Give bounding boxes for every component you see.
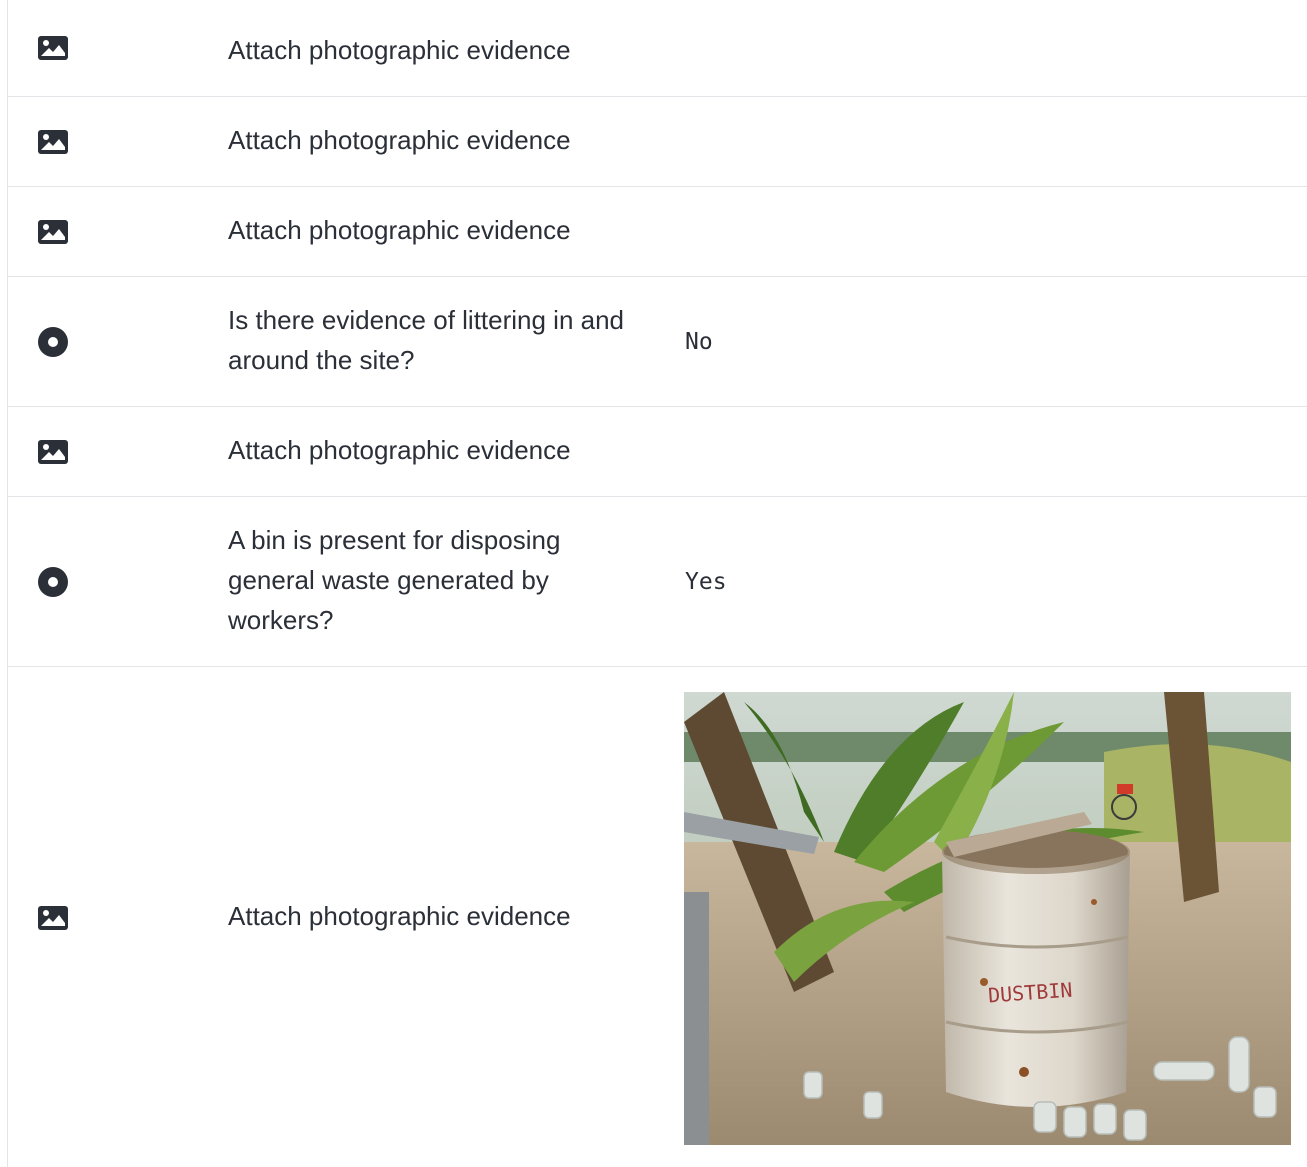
question-label: Attach photographic evidence xyxy=(228,435,571,465)
answer-value: Yes xyxy=(685,569,727,595)
radio-icon xyxy=(36,565,70,599)
image-icon xyxy=(36,215,70,249)
radio-icon xyxy=(36,325,70,359)
list-item: A bin is present for disposing general w… xyxy=(8,497,1307,667)
inspection-report-list: Attach photographic evidence Attach phot… xyxy=(7,0,1307,1167)
list-item: Attach photographic evidence xyxy=(8,667,1307,1167)
question-label: Attach photographic evidence xyxy=(228,125,571,155)
evidence-photo[interactable]: DUSTBIN xyxy=(684,692,1291,1145)
list-item: Attach photographic evidence xyxy=(8,407,1307,497)
image-icon xyxy=(36,901,70,935)
list-item: Attach photographic evidence xyxy=(8,97,1307,187)
question-label: A bin is present for disposing general w… xyxy=(228,525,561,635)
question-label: Attach photographic evidence xyxy=(228,215,571,245)
image-icon xyxy=(36,435,70,469)
question-label: Attach photographic evidence xyxy=(228,35,571,65)
answer-value: No xyxy=(685,329,713,355)
list-item: Is there evidence of littering in and ar… xyxy=(8,277,1307,407)
question-label: Attach photographic evidence xyxy=(228,901,571,931)
list-item: Attach photographic evidence xyxy=(8,0,1307,97)
image-icon xyxy=(36,31,70,65)
image-icon xyxy=(36,125,70,159)
list-item: Attach photographic evidence xyxy=(8,187,1307,277)
question-label: Is there evidence of littering in and ar… xyxy=(228,305,625,375)
